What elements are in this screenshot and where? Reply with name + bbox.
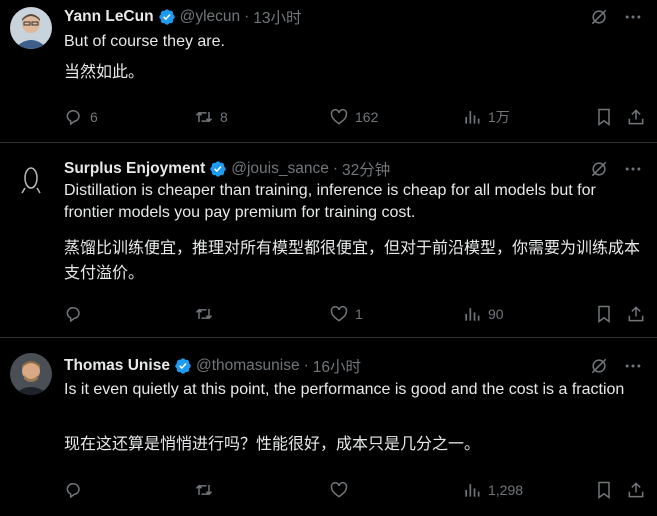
avatar[interactable] [10, 353, 52, 395]
more-icon[interactable] [623, 356, 643, 376]
retweet-count: 8 [220, 109, 228, 125]
grok-icon[interactable] [589, 7, 609, 27]
reply-button[interactable] [64, 480, 90, 500]
author-handle[interactable]: @thomasunise [196, 357, 300, 375]
bookmark-button[interactable] [594, 480, 614, 500]
share-icon [628, 109, 644, 125]
like-count: 162 [355, 109, 379, 125]
verified-badge-icon [175, 358, 191, 374]
bookmark-icon [598, 305, 610, 323]
author-handle[interactable]: @jouis_sance [231, 160, 329, 178]
grok-icon[interactable] [589, 356, 609, 376]
retweet-button[interactable] [194, 304, 220, 324]
tweet-header: Yann LeCun @ylecun · 13小时 [64, 6, 587, 28]
tweet-feed: Yann LeCun @ylecun · 13小时 But of course … [0, 0, 657, 516]
views-count: 1,298 [488, 482, 524, 498]
tweet-header: Surplus Enjoyment @jouis_sance · 32分钟 [64, 158, 587, 180]
more-icon[interactable] [623, 159, 643, 179]
like-icon [330, 481, 348, 498]
tweet-actions: 6 8 162 1万 [64, 106, 645, 128]
tweet-text-en: Is it even quietly at this point, the pe… [64, 381, 625, 398]
views-count: 1万 [488, 109, 510, 125]
retweet-button[interactable]: 8 [194, 107, 228, 127]
tweet-top-actions [589, 356, 643, 376]
tweet-top-actions [589, 159, 643, 179]
retweet-icon [195, 308, 213, 320]
timestamp[interactable]: 32分钟 [342, 158, 390, 180]
timestamp[interactable]: 13小时 [253, 6, 301, 28]
like-count: 1 [355, 306, 363, 322]
like-button[interactable]: 1 [329, 304, 363, 324]
share-icon [628, 482, 644, 498]
views-icon [465, 308, 480, 321]
retweet-icon [195, 111, 213, 123]
tweet-text-translation: 蒸馏比训练便宜，推理对所有模型都很便宜，但对于前沿模型，你需要为训练成本支付溢价… [64, 240, 641, 282]
retweet-button[interactable] [194, 480, 220, 500]
like-icon [330, 305, 348, 322]
separator-dot: · [332, 160, 339, 177]
timestamp[interactable]: 16小时 [313, 355, 361, 377]
tweet-actions: 1 90 [64, 303, 645, 325]
share-button[interactable] [626, 480, 646, 500]
tweet-top-actions [589, 7, 643, 27]
views-button[interactable]: 90 [462, 304, 504, 324]
bookmark-icon [598, 481, 610, 499]
verified-badge-icon [210, 161, 226, 177]
tweet-text-en: But of course they are. [64, 33, 225, 50]
reply-icon [66, 109, 80, 126]
separator-dot: · [244, 8, 250, 25]
author-name[interactable]: Thomas Unise [64, 357, 170, 375]
separator-dot: · [303, 357, 309, 374]
views-button[interactable]: 1万 [462, 107, 510, 127]
author-name[interactable]: Yann LeCun [64, 8, 154, 26]
tweet-header: Thomas Unise @thomasunise · 16小时 [64, 355, 587, 377]
reply-button[interactable] [64, 304, 90, 324]
avatar[interactable] [10, 7, 52, 49]
author-name[interactable]: Surplus Enjoyment [64, 160, 205, 178]
share-icon [628, 306, 644, 322]
tweet[interactable]: Surplus Enjoyment @jouis_sance · 32分钟 Di… [0, 143, 657, 338]
bookmark-icon [598, 108, 610, 126]
views-count: 90 [488, 306, 504, 322]
tweet-text-en: Distillation is cheaper than training, i… [64, 182, 596, 221]
views-icon [465, 484, 480, 497]
retweet-icon [195, 484, 213, 496]
views-icon [465, 111, 480, 124]
author-handle[interactable]: @ylecun [180, 8, 241, 26]
views-button[interactable]: 1,298 [462, 480, 523, 500]
reply-icon [66, 482, 80, 499]
tweet-text-translation: 当然如此。 [64, 64, 145, 81]
share-button[interactable] [626, 304, 646, 324]
tweet[interactable]: Thomas Unise @thomasunise · 16小时 Is it e… [0, 338, 657, 516]
like-icon [330, 108, 348, 125]
more-icon[interactable] [623, 7, 643, 27]
verified-badge-icon [158, 9, 175, 25]
like-button[interactable] [329, 480, 355, 500]
avatar[interactable] [10, 158, 52, 200]
reply-count: 6 [90, 109, 98, 125]
like-button[interactable]: 162 [329, 107, 378, 127]
reply-button[interactable]: 6 [64, 107, 98, 127]
grok-icon[interactable] [589, 159, 609, 179]
tweet-actions: 1,298 [64, 479, 645, 501]
tweet[interactable]: Yann LeCun @ylecun · 13小时 But of course … [0, 0, 657, 143]
bookmark-button[interactable] [594, 304, 614, 324]
share-button[interactable] [626, 107, 646, 127]
reply-icon [66, 306, 80, 323]
tweet-text-translation: 现在这还算是悄悄进行吗？性能很好，成本只是几分之一。 [64, 436, 481, 453]
bookmark-button[interactable] [594, 107, 614, 127]
